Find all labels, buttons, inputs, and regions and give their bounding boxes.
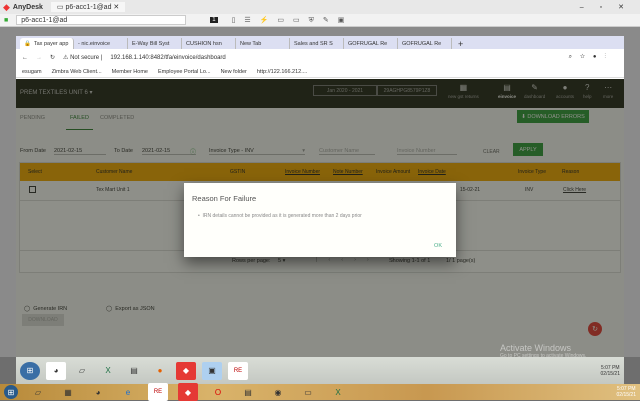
bookmark[interactable]: Member Home [112,69,148,75]
browser-actions[interactable]: ⌕☆●⋮ [569,54,614,61]
browser-window: 🔒 Tax payer app - nic.einvoice E-Way Bill… [16,36,624,357]
browser-tab[interactable]: GOFRUGAL Re [344,38,398,49]
dialog-title: Reason For Failure [192,194,257,203]
media-icon[interactable]: ◉ [268,383,288,401]
remote-taskbar: ⊞ ◕ ▱ X ▤ ● ◆ ▣ RE 5:07 PM 02/15/21 [16,357,624,384]
browser-tab[interactable]: 🔒 Tax payer app [20,38,74,49]
browser-tab[interactable]: E-Way Bill Syst [128,38,182,49]
anydesk-titlebar: ◆ AnyDesk ▭ p6-acc1-1@ad ✕ –▫✕ [0,0,640,14]
calculator-icon[interactable]: ▦ [58,383,78,401]
anydesk-app-name: AnyDesk [12,3,43,11]
firefox-icon[interactable]: ● [150,362,170,380]
chrome-icon[interactable]: ◕ [46,361,66,380]
local-taskbar: ⊞ ▱ ▦ ◕ e RE ◆ O ▤ ◉ ▭ X 5:07 PM 02/15/21 [0,383,640,401]
anydesk-logo-icon: ◆ [3,1,10,12]
not-secure-label[interactable]: ⚠ Not secure | [63,54,102,61]
anydesk-icon[interactable]: ◆ [176,361,196,380]
bookmark[interactable]: Zimbra Web Client... [52,69,102,75]
app-icon[interactable]: ▤ [238,383,258,401]
bookmark[interactable]: http://122.166.212.... [257,69,307,75]
einvoice-page: PREM TEXTILES UNIT 6 ▾ Jan 2020 - 2021 2… [16,79,624,357]
ok-button[interactable]: OK [434,243,442,249]
anydesk-toolbar: ■ p6-acc1-1@ad 1 ▯☰⚡▭▭⛨✎▣ [0,14,640,27]
reason-for-failure-dialog: Reason For Failure • IRN details cannot … [184,183,456,257]
anydesk-icon[interactable]: ◆ [178,383,198,401]
remote-app-icon[interactable]: ▣ [202,361,222,380]
remote-clock[interactable]: 5:07 PM 02/15/21 [601,365,620,377]
ie-icon[interactable]: e [118,383,138,401]
bookmarks-bar: esugam Zimbra Web Client... Member Home … [16,66,624,78]
browser-tabs: 🔒 Tax payer app - nic.einvoice E-Way Bill… [16,36,624,49]
forward-icon[interactable]: → [36,55,42,61]
reload-icon[interactable]: ↻ [50,54,55,61]
new-tab-button[interactable]: + [458,39,463,49]
app-icon[interactable]: ▤ [124,362,144,380]
excel-icon[interactable]: X [328,383,348,401]
billing-app-icon[interactable]: RE [148,383,168,401]
dialog-message: • IRN details cannot be provided as it i… [198,213,362,219]
browser-tab[interactable]: New Tab [236,38,290,49]
notepad-icon[interactable]: ▱ [28,383,48,401]
address-bar: ← → ↻ ⚠ Not secure | 192.168.1.140:8482/tf… [16,49,624,66]
start-button[interactable]: ⊞ [20,361,40,380]
window-controls[interactable]: –▫✕ [580,3,640,11]
notepad-icon[interactable]: ▱ [72,362,92,380]
browser-tab[interactable]: GOFRUGAL Re [398,38,452,49]
session-tool-icons[interactable]: ▯☰⚡▭▭⛨✎▣ [232,16,354,25]
bookmark[interactable]: esugam [22,69,42,75]
opera-icon[interactable]: O [208,383,228,401]
browser-tab[interactable]: Sales and SR S [290,38,344,49]
url-input[interactable]: 192.168.1.140:8482/tfa/einvoice/dashboar… [110,55,225,61]
anydesk-session-tab[interactable]: ▭ p6-acc1-1@ad ✕ [50,2,126,12]
browser-tab[interactable]: - nic.einvoice [74,38,128,49]
folder-icon[interactable]: ▭ [298,383,318,401]
local-clock[interactable]: 5:07 PM 02/15/21 [617,386,636,398]
browser-tab[interactable]: CUSHION hsn [182,38,236,49]
billing-app-icon[interactable]: RE [228,361,248,380]
anydesk-address-input[interactable]: p6-acc1-1@ad [16,15,187,25]
connection-icon: ■ [4,16,9,24]
chrome-icon[interactable]: ◕ [88,383,108,401]
monitor-button[interactable]: 1 [210,17,218,23]
excel-icon[interactable]: X [98,362,118,380]
bookmark[interactable]: New folder [221,69,247,75]
start-button[interactable]: ⊞ [4,385,18,399]
bookmark[interactable]: Employee Portal Lo... [158,69,211,75]
back-icon[interactable]: ← [22,55,28,61]
